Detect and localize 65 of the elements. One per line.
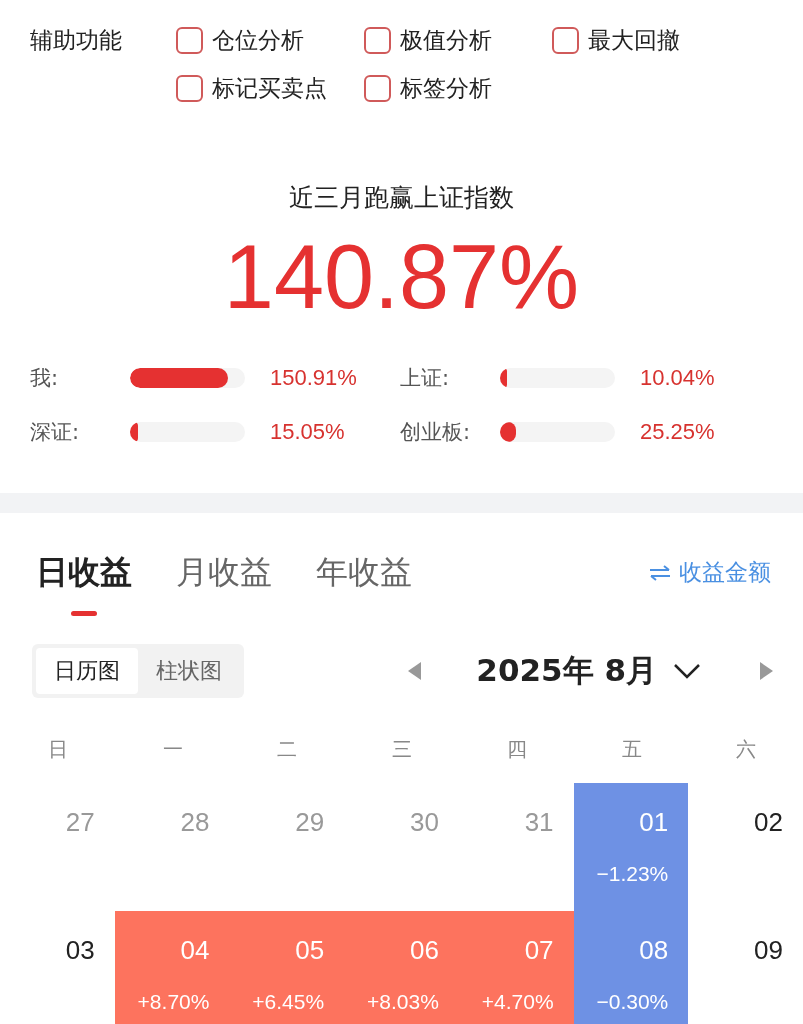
- day-number: 31: [524, 807, 554, 838]
- month-title: 2025年 8月: [476, 651, 657, 690]
- day-cell[interactable]: 08 −0.30%: [573, 911, 689, 1024]
- day-number: 07: [524, 935, 554, 966]
- checkbox-label: 最大回撤: [588, 25, 680, 55]
- checkbox-label: 标签分析: [400, 73, 492, 103]
- checkbox[interactable]: [176, 26, 203, 54]
- index-label: 创业板:: [400, 419, 472, 446]
- return-value: 150.91%: [270, 365, 357, 391]
- day-cell[interactable]: 07 +4.70%: [458, 911, 574, 1024]
- aux-label: 辅助功能: [30, 26, 123, 55]
- day-cell[interactable]: 01 −1.23%: [573, 783, 689, 911]
- weekday-label: 五: [621, 736, 642, 763]
- view-option[interactable]: 日历图: [36, 648, 138, 694]
- day-number: 06: [409, 935, 439, 966]
- summary-title: 近三月跑赢上证指数: [289, 182, 514, 214]
- day-number: 04: [180, 935, 210, 966]
- return-value: 15.05%: [270, 419, 345, 445]
- day-number: 03: [65, 935, 95, 966]
- toggle-link[interactable]: 收益金额: [649, 557, 771, 588]
- day-number: 01: [639, 807, 669, 838]
- day-number: 29: [295, 807, 325, 838]
- index-label: 上证:: [400, 365, 451, 392]
- checkbox[interactable]: [552, 26, 579, 54]
- checkbox[interactable]: [364, 74, 391, 102]
- return-value: 25.25%: [640, 419, 715, 445]
- day-number: 05: [295, 935, 325, 966]
- checkbox-label: 仓位分析: [212, 25, 304, 55]
- day-cell[interactable]: 05 +6.45%: [229, 911, 345, 1024]
- day-number: 09: [754, 935, 783, 966]
- swap-arrows-icon: [649, 564, 671, 581]
- index-label: 我:: [30, 365, 60, 392]
- weekday-label: 一: [162, 736, 183, 763]
- weekday-label: 六: [736, 736, 757, 763]
- checkbox-label: 极值分析: [400, 25, 492, 55]
- weekday-label: 四: [506, 736, 527, 763]
- previous-icon[interactable]: [408, 662, 423, 680]
- next-icon[interactable]: [759, 662, 773, 680]
- tab[interactable]: 年收益: [316, 551, 412, 616]
- summary-value: 140.87%: [223, 228, 580, 327]
- day-change: −1.23%: [596, 862, 669, 886]
- checkbox-label: 标记买卖点: [212, 73, 327, 103]
- tab[interactable]: 月收益: [176, 551, 272, 616]
- day-change: −0.30%: [596, 990, 669, 1014]
- weekday-label: 三: [392, 736, 413, 763]
- day-change: +8.70%: [137, 990, 210, 1014]
- day-number: 30: [409, 807, 439, 838]
- weekday-label: 二: [277, 736, 298, 763]
- day-number: 08: [639, 935, 669, 966]
- tab[interactable]: 日收益: [36, 551, 132, 616]
- index-label: 深证:: [30, 419, 81, 446]
- day-change: +6.45%: [252, 990, 325, 1014]
- day-cell[interactable]: 06 +8.03%: [344, 911, 459, 1024]
- day-cell[interactable]: 04 +8.70%: [114, 911, 230, 1024]
- weekday-label: 日: [48, 736, 68, 763]
- day-number: 27: [65, 807, 95, 838]
- day-number: 02: [754, 807, 783, 838]
- day-change: +8.03%: [367, 990, 439, 1014]
- checkbox[interactable]: [364, 26, 391, 54]
- day-change: +4.70%: [481, 990, 554, 1014]
- day-number: 28: [180, 807, 210, 838]
- chevron-down-icon[interactable]: [673, 663, 701, 679]
- checkbox[interactable]: [176, 74, 203, 102]
- view-option[interactable]: 柱状图: [138, 648, 240, 694]
- return-value: 10.04%: [640, 365, 715, 391]
